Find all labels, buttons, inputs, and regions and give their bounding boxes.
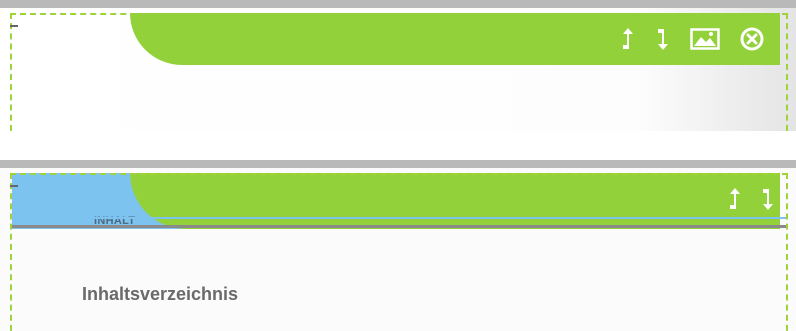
arrow-down-icon[interactable] bbox=[760, 187, 776, 211]
top-gray-bar bbox=[0, 160, 796, 168]
block-toolbar bbox=[130, 13, 780, 65]
close-icon[interactable] bbox=[740, 27, 764, 51]
corner-tick bbox=[10, 185, 18, 187]
image-icon[interactable] bbox=[690, 28, 720, 50]
block-toolbar bbox=[130, 173, 780, 229]
corner-tick bbox=[10, 25, 18, 27]
arrow-up-icon[interactable] bbox=[620, 27, 636, 51]
top-gray-bar bbox=[0, 0, 796, 8]
arrow-down-icon[interactable] bbox=[655, 27, 671, 51]
toc-heading[interactable]: Inhaltsverzeichnis bbox=[82, 284, 238, 305]
divider-gray bbox=[12, 225, 788, 228]
editor-block-1 bbox=[0, 0, 796, 131]
arrow-up-icon[interactable] bbox=[727, 187, 743, 211]
editor-block-2: INHALT Inhaltsverzeichnis bbox=[0, 160, 796, 331]
divider-blue bbox=[12, 217, 788, 219]
